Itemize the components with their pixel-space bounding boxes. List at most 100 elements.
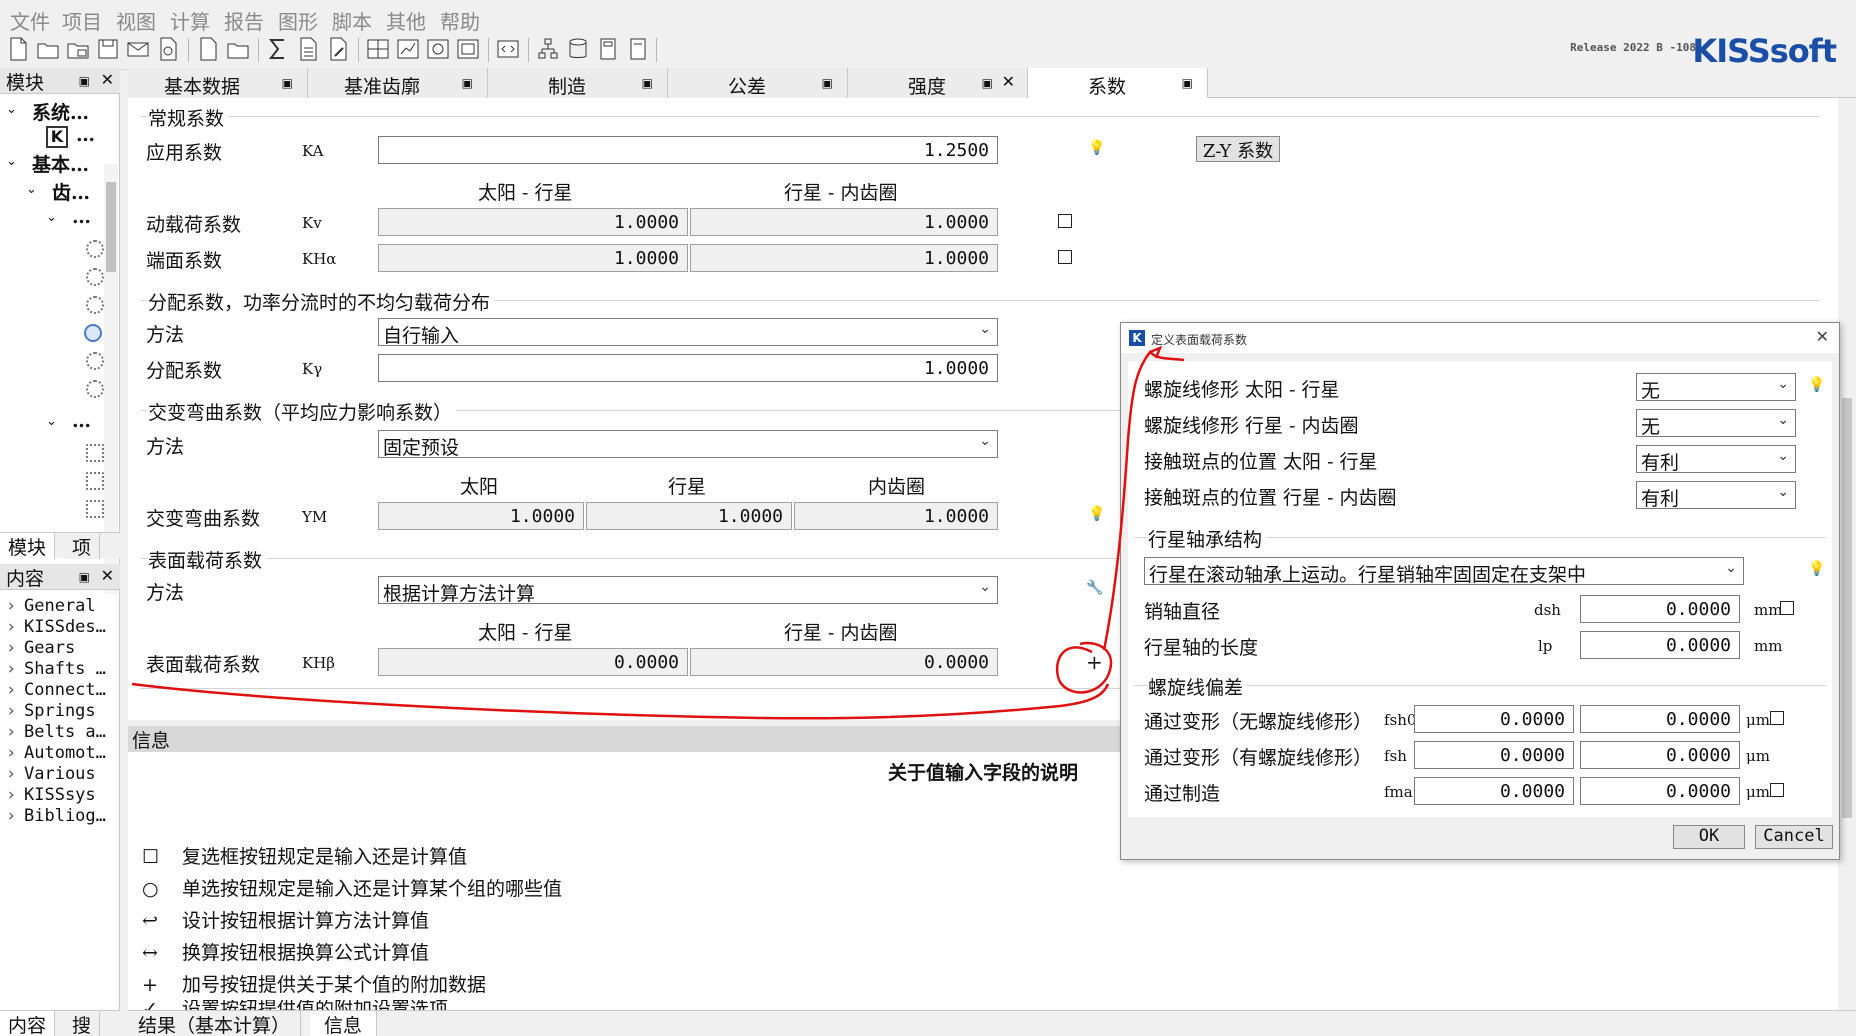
- zy-factor-button[interactable]: Z-Y 系数: [1196, 136, 1280, 162]
- pin-icon[interactable]: ▣: [462, 76, 473, 90]
- helix-mod-sun-planet-select[interactable]: 无 ⌄: [1636, 373, 1796, 402]
- bearing-structure-select[interactable]: 行星在滚动轴承上运动。行星销轴牢固固定在支架中 ⌄: [1144, 557, 1744, 586]
- surface-method-select[interactable]: 根据计算方法计算 ⌄: [378, 576, 998, 605]
- cancel-button[interactable]: Cancel: [1755, 825, 1833, 849]
- open-project-icon[interactable]: [66, 36, 90, 62]
- graphic-4-icon[interactable]: [456, 36, 480, 62]
- ym-sun-input[interactable]: 1.0000: [378, 502, 584, 530]
- menu-script[interactable]: 脚本: [332, 6, 372, 35]
- pin-icon[interactable]: ▣: [79, 570, 90, 584]
- content-item[interactable]: KISSsys: [6, 785, 96, 805]
- tab-info[interactable]: 信息: [310, 1011, 378, 1036]
- refresh-icon[interactable]: [156, 36, 180, 62]
- code-icon[interactable]: [496, 36, 520, 62]
- lightbulb-icon[interactable]: 💡: [1808, 561, 1825, 577]
- content-item[interactable]: Automot…: [6, 743, 106, 763]
- report-icon[interactable]: [296, 36, 320, 62]
- pin-icon[interactable]: ▣: [642, 76, 653, 90]
- distribution-factor-input[interactable]: 1.0000: [378, 354, 998, 382]
- chevron-down-icon[interactable]: ⌄: [6, 102, 17, 117]
- main-scrollbar[interactable]: [1838, 98, 1856, 1010]
- tree-item-sub[interactable]: …: [72, 206, 91, 228]
- sheet-icon[interactable]: [626, 36, 650, 62]
- menu-help[interactable]: 帮助: [440, 6, 480, 35]
- tab-reference-profile[interactable]: 基准齿廓 ▣: [308, 68, 488, 98]
- fsh0-input-1[interactable]: 0.0000: [1414, 705, 1574, 733]
- chevron-down-icon[interactable]: ⌄: [46, 414, 57, 429]
- pin-icon[interactable]: ▣: [822, 76, 833, 90]
- gear-icon[interactable]: [86, 380, 104, 398]
- tab-results[interactable]: 结果（基本计算）: [128, 1011, 302, 1036]
- fma-input-1[interactable]: 0.0000: [1414, 777, 1574, 805]
- gear-icon[interactable]: [86, 296, 104, 314]
- contact-pattern-sun-planet-select[interactable]: 有利 ⌄: [1636, 445, 1796, 474]
- menu-view[interactable]: 视图: [116, 6, 156, 35]
- mail-icon[interactable]: [126, 36, 150, 62]
- folder-icon[interactable]: [226, 36, 250, 62]
- gear-icon[interactable]: [86, 352, 104, 370]
- save-icon[interactable]: [96, 36, 120, 62]
- content-item[interactable]: Shafts …: [6, 659, 106, 679]
- pin-diameter-checkbox[interactable]: [1780, 601, 1794, 615]
- tree-icon[interactable]: [536, 36, 560, 62]
- tree-item-gear[interactable]: 齿…: [52, 178, 90, 205]
- content-item[interactable]: Belts a…: [6, 722, 106, 742]
- fsh-input-2[interactable]: 0.0000: [1580, 741, 1740, 769]
- kv-planet-ring-input[interactable]: 1.0000: [690, 208, 998, 236]
- tab-content[interactable]: 内容: [0, 1011, 56, 1036]
- distribution-method-select[interactable]: 自行输入 ⌄: [378, 318, 998, 347]
- graphic-1-icon[interactable]: [366, 36, 390, 62]
- tab-strength[interactable]: 强度 ▣ ✕: [848, 68, 1028, 98]
- graphic-3-icon[interactable]: [426, 36, 450, 62]
- module-scrollbar[interactable]: [104, 164, 118, 594]
- ym-ring-input[interactable]: 1.0000: [794, 502, 998, 530]
- tab-manufacturing[interactable]: 制造 ▣: [488, 68, 668, 98]
- new-file-icon[interactable]: [6, 36, 30, 62]
- pin-icon[interactable]: ▣: [79, 74, 90, 88]
- pin-diameter-input[interactable]: 0.0000: [1580, 595, 1740, 623]
- bending-method-select[interactable]: 固定预设 ⌄: [378, 430, 998, 459]
- ok-button[interactable]: OK: [1673, 825, 1745, 849]
- shaft-icon[interactable]: [86, 444, 104, 462]
- tree-item-system[interactable]: 系统…: [32, 98, 89, 125]
- plus-button[interactable]: +: [1086, 650, 1103, 674]
- content-item[interactable]: General: [6, 596, 96, 616]
- calculator-icon[interactable]: [596, 36, 620, 62]
- open-folder-icon[interactable]: [36, 36, 60, 62]
- close-icon[interactable]: ✕: [1816, 327, 1829, 346]
- close-icon[interactable]: ✕: [101, 70, 114, 89]
- menu-report[interactable]: 报告: [224, 6, 264, 35]
- fma-input-2[interactable]: 0.0000: [1580, 777, 1740, 805]
- tab-module[interactable]: 模块: [0, 533, 56, 559]
- khb-planet-ring-input[interactable]: 0.0000: [690, 648, 998, 676]
- fsh0-input-2[interactable]: 0.0000: [1580, 705, 1740, 733]
- database-icon[interactable]: [566, 36, 590, 62]
- tree-item-sub2[interactable]: …: [72, 410, 91, 432]
- lightbulb-icon[interactable]: 💡: [1088, 506, 1105, 522]
- tab-search[interactable]: 搜: [64, 1011, 101, 1036]
- content-item[interactable]: Bibliog…: [6, 806, 106, 826]
- kha-sun-planet-input[interactable]: 1.0000: [378, 244, 688, 272]
- graphic-2-icon[interactable]: [396, 36, 420, 62]
- menu-project[interactable]: 项目: [62, 6, 102, 35]
- fsh-input-1[interactable]: 0.0000: [1414, 741, 1574, 769]
- tab-basic-data[interactable]: 基本数据 ▣: [128, 68, 308, 98]
- contact-pattern-planet-ring-select[interactable]: 有利 ⌄: [1636, 481, 1796, 510]
- menu-calculate[interactable]: 计算: [170, 6, 210, 35]
- tree-item-basic[interactable]: 基本…: [32, 150, 89, 177]
- lightbulb-icon[interactable]: 💡: [1808, 377, 1825, 393]
- tab-factors[interactable]: 系数 ▣: [1028, 68, 1208, 98]
- kha-planet-ring-input[interactable]: 1.0000: [690, 244, 998, 272]
- menu-file[interactable]: 文件: [10, 6, 50, 35]
- tab-project[interactable]: 项: [64, 533, 101, 559]
- document-icon[interactable]: [196, 36, 220, 62]
- menu-other[interactable]: 其他: [386, 6, 426, 35]
- chevron-down-icon[interactable]: ⌄: [6, 154, 17, 169]
- helix-mod-planet-ring-select[interactable]: 无 ⌄: [1636, 409, 1796, 438]
- close-icon[interactable]: ✕: [101, 566, 114, 585]
- close-icon[interactable]: ✕: [1002, 72, 1015, 91]
- menu-graphics[interactable]: 图形: [278, 6, 318, 35]
- gear-icon[interactable]: [86, 240, 104, 258]
- ym-planet-input[interactable]: 1.0000: [586, 502, 792, 530]
- planetary-gear-icon[interactable]: [84, 324, 102, 342]
